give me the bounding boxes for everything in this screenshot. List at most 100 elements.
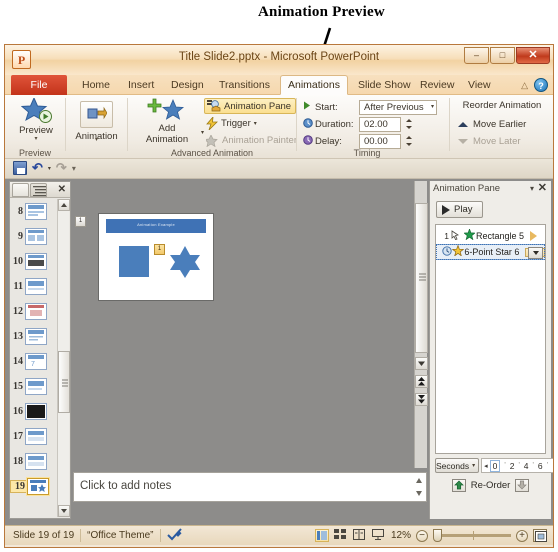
seconds-dropdown[interactable]: Seconds ▾ bbox=[435, 458, 480, 473]
slide-sorter-button[interactable] bbox=[333, 529, 348, 542]
status-separator bbox=[80, 529, 82, 542]
thumbnail-image[interactable] bbox=[25, 428, 47, 445]
duration-input[interactable]: 02.00 bbox=[359, 116, 401, 132]
next-slide-button[interactable] bbox=[415, 393, 428, 406]
reorder-animation-title: Reorder Animation bbox=[462, 100, 542, 111]
timeline-ruler[interactable]: ◂ 0 ' 2 ' 4 ' 6 ' ▸ bbox=[481, 458, 553, 473]
thumbnail-image[interactable] bbox=[26, 477, 50, 496]
animation-pane-close-button[interactable]: ✕ bbox=[538, 182, 547, 194]
minimize-ribbon-icon[interactable]: △ bbox=[521, 80, 528, 91]
timeline-scroll-left-icon[interactable]: ◂ bbox=[482, 462, 490, 470]
zoom-slider-handle[interactable] bbox=[433, 529, 442, 542]
zoom-percent[interactable]: 12% bbox=[391, 530, 411, 541]
trigger-button[interactable]: Trigger ▾ bbox=[204, 116, 257, 131]
slide-scroll-down-button[interactable] bbox=[415, 357, 428, 370]
animation-gallery-button[interactable] bbox=[80, 101, 113, 128]
tab-home[interactable]: Home bbox=[75, 75, 117, 95]
thumbnail-image[interactable] bbox=[25, 328, 47, 345]
slide-title-placeholder[interactable]: Animation Example bbox=[106, 219, 206, 233]
play-button[interactable]: Play bbox=[436, 201, 483, 218]
notes-scroll-stepper[interactable] bbox=[414, 476, 424, 498]
help-icon[interactable]: ? bbox=[534, 78, 548, 92]
move-later-label: Move Later bbox=[473, 136, 521, 147]
trigger-caret-icon[interactable]: ▾ bbox=[254, 120, 257, 127]
zoom-out-button[interactable]: − bbox=[416, 529, 428, 542]
slide-six-point-star-shape[interactable] bbox=[168, 245, 202, 278]
slide-rectangle-shape[interactable] bbox=[119, 246, 149, 277]
restore-button[interactable]: □ bbox=[490, 47, 515, 64]
thumbnail-item: 17 bbox=[10, 424, 58, 449]
scroll-down-button[interactable] bbox=[58, 505, 70, 517]
thumbnail-image[interactable] bbox=[25, 278, 47, 295]
thumbnail-item: 8 bbox=[10, 199, 58, 224]
slideshow-button[interactable] bbox=[371, 529, 386, 542]
zoom-slider-track[interactable] bbox=[433, 529, 511, 542]
tab-slides-thumbnails[interactable] bbox=[12, 183, 29, 197]
animation-badge-rectangle[interactable]: 1 bbox=[75, 216, 86, 227]
thumbnail-image[interactable] bbox=[25, 453, 47, 470]
slide-canvas[interactable]: Animation Example 1 bbox=[98, 213, 214, 301]
move-down-button[interactable] bbox=[515, 478, 530, 492]
add-animation-button[interactable]: Add Animation ▾ bbox=[136, 97, 204, 149]
save-icon[interactable] bbox=[13, 161, 27, 175]
spellcheck-icon[interactable] bbox=[166, 527, 183, 544]
delay-input[interactable]: 00.00 bbox=[359, 133, 401, 149]
animation-pane-menu-caret-icon[interactable]: ▾ bbox=[530, 184, 534, 193]
move-up-button[interactable] bbox=[451, 478, 466, 492]
tab-slide-show[interactable]: Slide Show bbox=[351, 75, 418, 95]
animation-badge-star[interactable]: 1 bbox=[154, 244, 165, 255]
previous-slide-button[interactable] bbox=[415, 375, 428, 388]
zoom-in-button[interactable]: + bbox=[516, 529, 528, 542]
scroll-up-button[interactable] bbox=[58, 199, 70, 211]
tab-outline[interactable] bbox=[30, 183, 47, 197]
scrollbar-thumb[interactable] bbox=[58, 351, 70, 413]
animation-painter-icon bbox=[206, 134, 218, 147]
tab-review[interactable]: Review bbox=[413, 75, 461, 95]
seconds-caret-icon: ▾ bbox=[472, 463, 476, 469]
play-button-label: Play bbox=[454, 204, 473, 215]
thumbnail-number: 14 bbox=[13, 356, 23, 367]
thumbnail-image[interactable] bbox=[25, 303, 47, 320]
slide-vertical-scrollbar[interactable] bbox=[414, 181, 428, 468]
animation-list-item[interactable]: 1 Rectangle 5 bbox=[436, 228, 545, 244]
thumbnail-image[interactable] bbox=[25, 253, 47, 270]
start-label: Start: bbox=[315, 101, 338, 113]
slide-scrollbar-thumb[interactable] bbox=[415, 203, 428, 353]
preview-dropdown-caret-icon[interactable]: ▾ bbox=[13, 135, 59, 142]
animation-list[interactable]: 1 Rectangle 5 6-Point Star 6 bbox=[435, 224, 546, 454]
close-slides-pane-button[interactable]: ✕ bbox=[58, 184, 66, 195]
animation-pane-button[interactable]: Animation Pane bbox=[204, 98, 297, 114]
thumbnail-image[interactable] bbox=[25, 203, 47, 220]
duration-stepper[interactable] bbox=[404, 117, 414, 131]
move-earlier-button[interactable]: Move Earlier bbox=[458, 117, 526, 132]
animation-item-dropdown-button[interactable] bbox=[528, 247, 543, 259]
thumbnail-scrollbar[interactable] bbox=[57, 199, 70, 517]
fit-to-window-button[interactable] bbox=[533, 529, 547, 542]
tab-insert[interactable]: Insert bbox=[121, 75, 161, 95]
tab-animations[interactable]: Animations bbox=[280, 75, 348, 95]
thumbnail-image[interactable] bbox=[25, 228, 47, 245]
notes-pane[interactable]: Click to add notes bbox=[73, 472, 427, 502]
thumbnail-image[interactable]: 7 bbox=[25, 353, 47, 370]
customize-qat-icon[interactable]: ▾ bbox=[72, 164, 76, 173]
move-later-button: Move Later bbox=[458, 134, 521, 149]
tab-design[interactable]: Design bbox=[164, 75, 211, 95]
timeline-scroll-right-icon[interactable]: ▸ bbox=[552, 462, 553, 470]
tab-transitions[interactable]: Transitions bbox=[212, 75, 277, 95]
thumbnail-image[interactable] bbox=[25, 403, 47, 420]
reading-view-button[interactable] bbox=[352, 529, 367, 542]
tab-view[interactable]: View bbox=[461, 75, 498, 95]
minimize-button[interactable]: – bbox=[464, 47, 489, 64]
animation-dropdown-caret-icon[interactable]: ▾ bbox=[66, 136, 127, 143]
tab-file[interactable]: File bbox=[11, 75, 67, 95]
undo-caret-icon[interactable]: ▾ bbox=[48, 165, 51, 172]
close-button[interactable]: ✕ bbox=[516, 47, 550, 64]
delay-stepper[interactable] bbox=[404, 134, 414, 148]
slide-thumbnail-list[interactable]: 8 9 10 11 12 13 14 7 15 16 17 18 19 bbox=[10, 199, 58, 518]
preview-button[interactable]: Preview ▾ bbox=[13, 98, 59, 144]
normal-view-button[interactable] bbox=[314, 529, 329, 542]
undo-icon[interactable]: ↶ bbox=[32, 161, 43, 174]
thumbnail-image[interactable] bbox=[25, 378, 47, 395]
animation-list-item-selected[interactable]: 6-Point Star 6 bbox=[436, 244, 545, 260]
start-select[interactable]: After Previous ▾ bbox=[359, 99, 437, 115]
